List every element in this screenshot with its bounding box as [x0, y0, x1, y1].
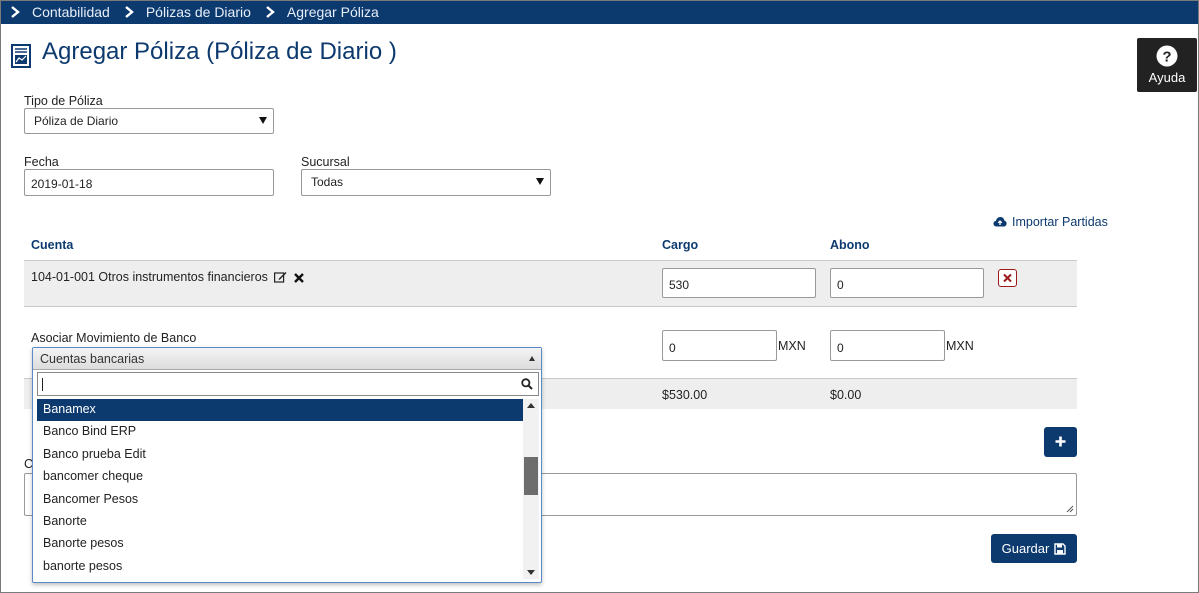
bank-cargo-input[interactable]: 0	[662, 330, 777, 361]
bank-abono-input[interactable]: 0	[830, 330, 945, 361]
divider	[24, 306, 1077, 307]
dropdown-list[interactable]: Banamex Banco Bind ERP Banco prueba Edit ba…	[37, 399, 523, 579]
chevron-right-icon	[11, 6, 20, 18]
dropdown-option[interactable]: banorte pesos	[37, 556, 523, 578]
column-header-cargo: Cargo	[662, 238, 699, 252]
tipo-poliza-select[interactable]: Póliza de Diario	[24, 108, 274, 134]
asociar-movimiento-label: Asociar Movimiento de Banco	[31, 331, 197, 345]
document-chart-icon	[11, 44, 31, 68]
cargo-value: 530	[669, 278, 690, 292]
dropdown-option[interactable]: Bancomer Pesos	[37, 489, 523, 511]
save-label: Guardar	[1001, 541, 1050, 556]
currency-label: MXN	[946, 339, 974, 353]
dropdown-option[interactable]: Banorte	[37, 511, 523, 533]
question-circle-icon: ?	[1156, 45, 1178, 67]
breadcrumb-polizas-de-diario[interactable]: Pólizas de Diario	[146, 4, 251, 20]
save-button[interactable]: Guardar	[991, 534, 1077, 563]
column-header-abono: Abono	[830, 238, 870, 252]
cargo-input[interactable]: 530	[662, 268, 816, 298]
sucursal-value: Todas	[311, 175, 344, 189]
dropdown-scrollbar[interactable]	[523, 399, 539, 579]
currency-label: MXN	[778, 339, 806, 353]
dropdown-option[interactable]: Banamex	[37, 399, 523, 422]
bank-abono-value: 0	[837, 341, 844, 355]
fecha-label: Fecha	[24, 155, 59, 169]
import-partidas-link[interactable]: Importar Partidas	[993, 215, 1108, 229]
scroll-up-icon[interactable]	[527, 403, 535, 408]
add-row-button[interactable]	[1044, 427, 1077, 457]
scroll-down-icon[interactable]	[527, 570, 535, 575]
dropdown-option[interactable]: Banco Bind ERP	[37, 421, 523, 443]
column-header-cuenta: Cuenta	[31, 238, 74, 252]
dropdown-option[interactable]: bancomer cheque	[37, 466, 523, 488]
breadcrumb-agregar-poliza: Agregar Póliza	[286, 4, 379, 20]
fecha-input[interactable]: 2019-01-18	[24, 169, 274, 196]
sucursal-select[interactable]: Todas	[301, 169, 551, 196]
dropdown-option[interactable]: Banorte pesos	[37, 533, 523, 555]
account-cell: 104-01-001 Otros instrumentos financiero…	[31, 270, 304, 284]
page-title: Agregar Póliza (Póliza de Diario )	[42, 38, 397, 65]
text-cursor	[42, 378, 43, 391]
dropdown-option[interactable]: Banco prueba Edit	[37, 444, 523, 466]
dropdown-header-label: Cuentas bancarias	[40, 352, 145, 366]
dropdown-header[interactable]: Cuentas bancarias	[33, 348, 541, 370]
chevron-right-icon	[266, 6, 275, 18]
close-icon[interactable]	[294, 273, 304, 283]
account-name: 104-01-001 Otros instrumentos financiero…	[31, 270, 268, 284]
resize-grip-icon[interactable]	[1066, 505, 1074, 513]
help-button[interactable]: ? Ayuda	[1137, 38, 1197, 92]
close-icon	[1003, 273, 1012, 283]
tipo-poliza-label: Tipo de Póliza	[24, 94, 103, 108]
abono-input[interactable]: 0	[830, 268, 984, 298]
plus-icon	[1055, 436, 1066, 447]
dropdown-search-input[interactable]	[37, 372, 539, 396]
search-icon	[521, 378, 533, 390]
bank-accounts-dropdown[interactable]: Cuentas bancarias Banamex Banco Bind ERP B…	[32, 347, 542, 583]
cloud-upload-icon	[993, 217, 1007, 227]
edit-icon[interactable]	[274, 271, 287, 283]
import-partidas-label: Importar Partidas	[1012, 215, 1108, 229]
delete-row-button[interactable]	[998, 269, 1017, 287]
floppy-disk-icon	[1054, 542, 1067, 555]
total-cargo: $530.00	[662, 388, 708, 402]
caret-up-icon	[529, 356, 535, 361]
caret-down-icon	[259, 117, 267, 124]
abono-value: 0	[837, 278, 844, 292]
tipo-poliza-value: Póliza de Diario	[34, 114, 119, 128]
chevron-right-icon	[125, 6, 134, 18]
help-label: Ayuda	[1148, 70, 1186, 85]
breadcrumb: Contabilidad Pólizas de Diario Agregar P…	[0, 0, 1199, 24]
total-abono: $0.00	[830, 388, 862, 402]
bank-cargo-value: 0	[669, 341, 676, 355]
sucursal-label: Sucursal	[301, 155, 350, 169]
caret-down-icon	[536, 178, 544, 185]
breadcrumb-contabilidad[interactable]: Contabilidad	[32, 4, 110, 20]
svg-text:?: ?	[1162, 49, 1171, 66]
fecha-value: 2019-01-18	[31, 177, 93, 191]
scrollbar-thumb[interactable]	[524, 457, 538, 495]
